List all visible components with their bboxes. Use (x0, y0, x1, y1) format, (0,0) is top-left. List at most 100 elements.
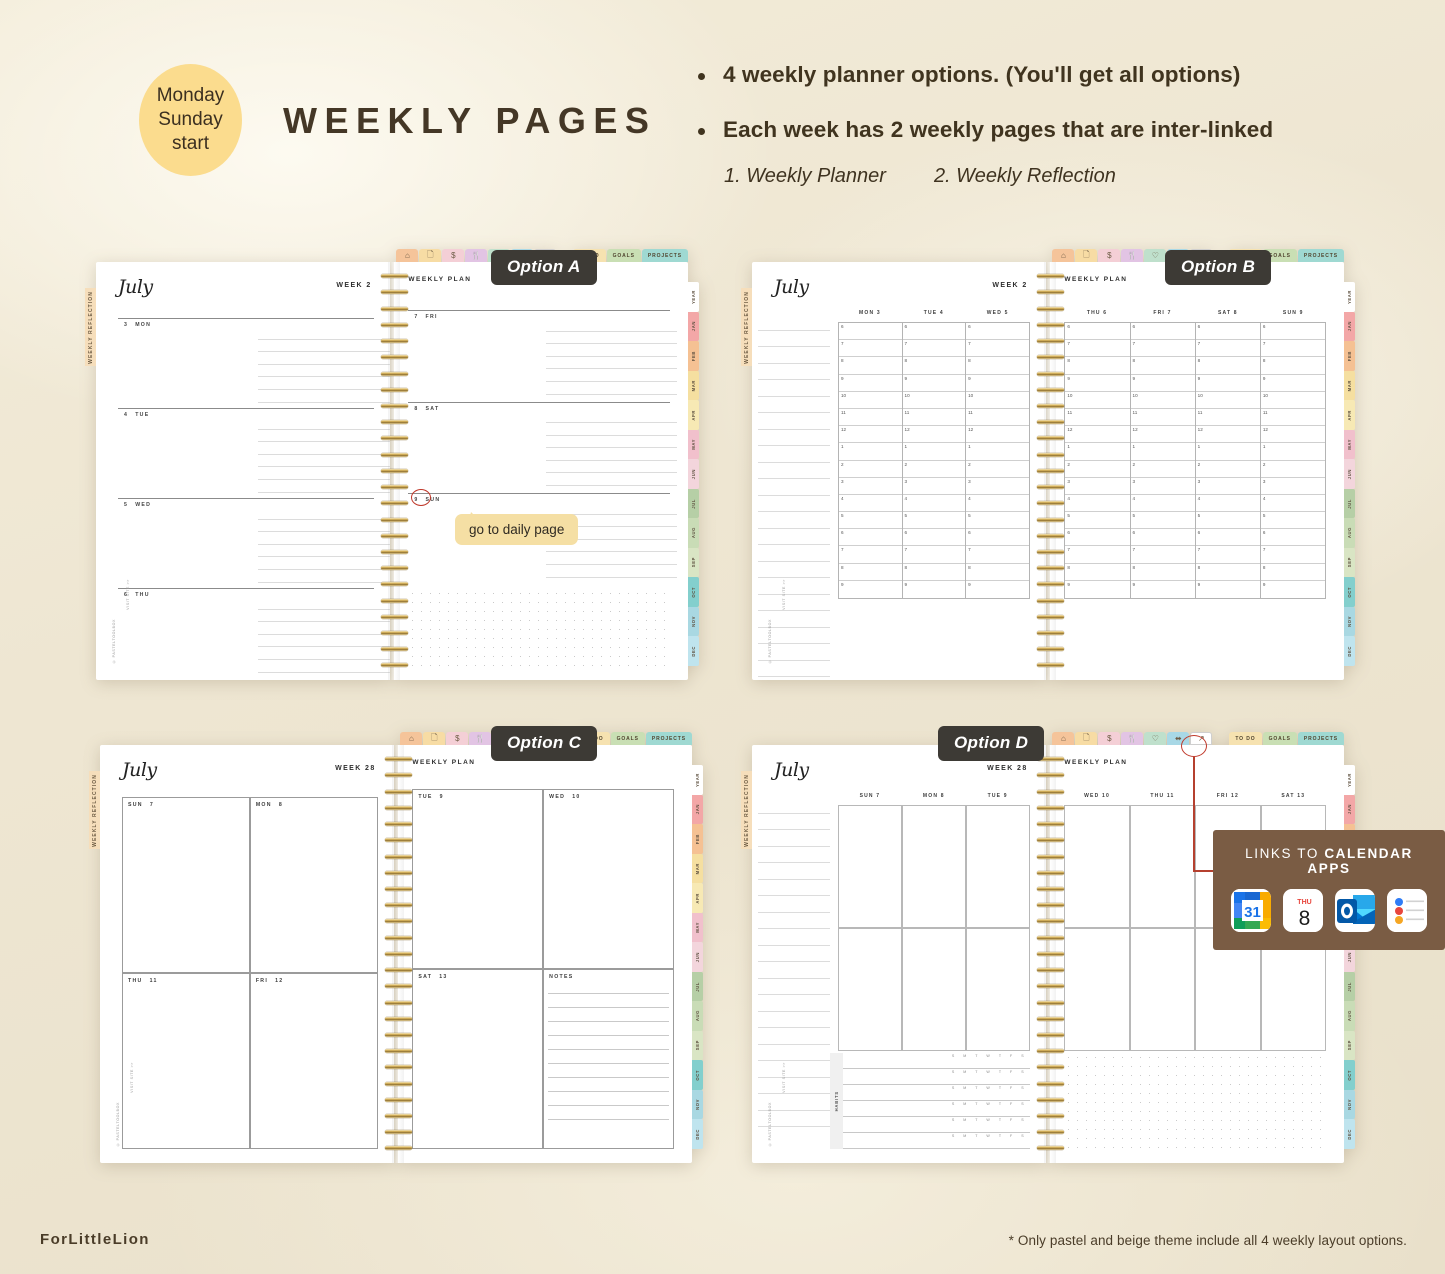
hour-cell[interactable]: 8 (1195, 357, 1260, 375)
habit-day-cell[interactable]: M (963, 1102, 966, 1106)
habit-day-cell[interactable]: S (952, 1054, 954, 1058)
month-tab-year[interactable]: YEAR (1344, 765, 1355, 795)
month-tab-jul[interactable]: JUL (688, 488, 699, 519)
hour-cell[interactable]: 2 (1195, 461, 1260, 478)
hour-cell[interactable]: 5 (1195, 512, 1260, 530)
month-tab-apr[interactable]: APR (688, 400, 699, 430)
hour-cell[interactable]: 6 (1195, 323, 1260, 341)
day-box[interactable]: TUE 9 (412, 789, 544, 969)
hour-cell[interactable]: 9 (1261, 581, 1325, 598)
hour-cell[interactable]: 9 (1130, 375, 1195, 392)
day-box[interactable]: SUN 7 (122, 797, 250, 973)
weekly-reflection-tab[interactable]: WEEKLY REFLECTION (741, 288, 752, 366)
hour-cell[interactable]: 9 (1260, 375, 1325, 392)
hour-cell[interactable]: 1 (1195, 443, 1260, 461)
habit-day-cell[interactable]: T (999, 1102, 1001, 1106)
hour-cell[interactable]: 2 (839, 461, 902, 478)
calendar-cell[interactable] (1064, 805, 1130, 928)
month-tab-jan[interactable]: JAN (688, 311, 699, 342)
page-icon[interactable]: 🗋 (419, 249, 442, 262)
weekly-reflection-tab[interactable]: WEEKLY REFLECTION (85, 288, 96, 366)
habit-day-cell[interactable]: W (986, 1134, 989, 1138)
hour-cell[interactable]: 7 (1130, 546, 1195, 564)
habit-day-cell[interactable]: S (952, 1070, 954, 1074)
hour-column[interactable]: 6 7 8 9 10 11 12 1 2 3 4 5 6 7 8 9 (1130, 323, 1196, 598)
month-tab-jan[interactable]: JAN (1344, 794, 1355, 825)
day-box[interactable]: WED 10 (543, 789, 674, 969)
toolbar-tab-projects[interactable]: PROJECTS (1297, 249, 1344, 262)
hour-cell[interactable]: 11 (1130, 409, 1195, 427)
reminders-icon[interactable] (1387, 889, 1427, 932)
hour-column[interactable]: 6 7 8 9 10 11 12 1 2 3 4 5 6 7 8 9 (1065, 323, 1131, 598)
month-tab-dec[interactable]: DEC (1344, 636, 1355, 666)
hour-cell[interactable]: 2 (1130, 461, 1195, 478)
calendar-cell[interactable] (965, 928, 1030, 1051)
hour-cell[interactable]: 8 (1065, 564, 1130, 581)
hour-cell[interactable]: 6 (1130, 529, 1195, 547)
hour-cell[interactable]: 10 (839, 392, 902, 409)
month-tab-dec[interactable]: DEC (692, 1119, 703, 1149)
habit-day-cell[interactable]: F (1010, 1134, 1012, 1138)
outlook-icon[interactable] (1335, 889, 1375, 932)
month-tab-apr[interactable]: APR (1344, 400, 1355, 430)
hour-cell[interactable]: 7 (902, 340, 966, 358)
hour-cell[interactable]: 3 (839, 478, 902, 495)
day-box[interactable]: NOTES (543, 969, 674, 1149)
hour-cell[interactable]: 7 (1195, 546, 1260, 564)
month-tab-apr[interactable]: APR (692, 883, 703, 913)
hour-cell[interactable]: 9 (966, 581, 1029, 598)
month-tab-aug[interactable]: AUG (692, 1001, 703, 1031)
hour-cell[interactable]: 7 (1065, 340, 1130, 358)
habit-day-cell[interactable]: M (963, 1070, 966, 1074)
hour-cell[interactable]: 11 (1065, 409, 1130, 427)
month-tab-dec[interactable]: DEC (1344, 1119, 1355, 1149)
hour-cell[interactable]: 8 (902, 357, 966, 375)
habit-day-cell[interactable]: W (986, 1054, 989, 1058)
month-tab-feb[interactable]: FEB (688, 341, 699, 371)
month-tab-aug[interactable]: AUG (1344, 518, 1355, 548)
toolbar-tab-goals[interactable]: GOALS (610, 732, 645, 745)
month-tab-dec[interactable]: DEC (688, 636, 699, 666)
hour-cell[interactable]: 7 (1065, 546, 1130, 564)
hour-cell[interactable]: 9 (839, 581, 902, 598)
hour-cell[interactable]: 7 (1260, 340, 1325, 358)
hour-cell[interactable]: 3 (966, 478, 1029, 495)
habit-day-cell[interactable]: F (1010, 1054, 1012, 1058)
hour-cell[interactable]: 4 (839, 495, 902, 513)
month-tab-oct[interactable]: OCT (1344, 577, 1355, 607)
finance-icon[interactable]: $ (446, 732, 469, 745)
hour-cell[interactable]: 11 (902, 409, 966, 427)
hour-cell[interactable]: 6 (1260, 323, 1325, 341)
hour-cell[interactable]: 4 (902, 495, 966, 513)
planner-page-right[interactable]: ⌂🗋$🍴♡⬌↗TO DOGOALSPROJECTSYEARJANFEBMARAP… (1050, 732, 1355, 1163)
month-tab-aug[interactable]: AUG (688, 518, 699, 548)
habit-row[interactable]: SMTWTFS (843, 1069, 1030, 1085)
hour-cell[interactable]: 1 (1065, 443, 1130, 461)
habit-row[interactable]: SMTWTFS (843, 1101, 1030, 1117)
habit-day-cell[interactable]: S (1021, 1086, 1023, 1090)
hour-cell[interactable]: 1 (902, 443, 966, 461)
hour-cell[interactable]: 10 (902, 392, 966, 409)
habit-row[interactable]: SMTWTFS (843, 1117, 1030, 1133)
planner-page-right[interactable]: ⌂🗋$🍴♡⬌↗TO DOGOALSPROJECTSYEARJANFEBMARAP… (398, 732, 703, 1163)
calendar-cell[interactable] (1129, 805, 1196, 928)
habit-day-cell[interactable]: T (999, 1134, 1001, 1138)
hour-cell[interactable]: 10 (966, 392, 1029, 409)
calendar-cell[interactable] (1064, 928, 1130, 1051)
hour-cell[interactable]: 10 (1130, 392, 1195, 409)
month-tab-jul[interactable]: JUL (1344, 971, 1355, 1002)
hour-cell[interactable]: 9 (966, 375, 1029, 392)
month-tab-mar[interactable]: MAR (688, 370, 699, 401)
toolbar-tab-projects[interactable]: PROJECTS (641, 249, 688, 262)
hour-column[interactable]: 6 7 8 9 10 11 12 1 2 3 4 5 6 7 8 9 (1260, 323, 1325, 598)
meal-icon[interactable]: 🍴 (1121, 249, 1144, 262)
month-tab-nov[interactable]: NOV (692, 1089, 703, 1120)
day-box[interactable]: THU 11 (122, 973, 250, 1149)
health-icon[interactable]: ♡ (1144, 249, 1167, 262)
hour-cell[interactable]: 6 (902, 529, 966, 547)
calendar-cell[interactable] (838, 805, 902, 928)
hour-cell[interactable]: 3 (1130, 478, 1195, 495)
calendar-cell[interactable] (901, 805, 966, 928)
month-tab-year[interactable]: YEAR (688, 282, 699, 312)
toolbar-tab-projects[interactable]: PROJECTS (1297, 732, 1344, 745)
